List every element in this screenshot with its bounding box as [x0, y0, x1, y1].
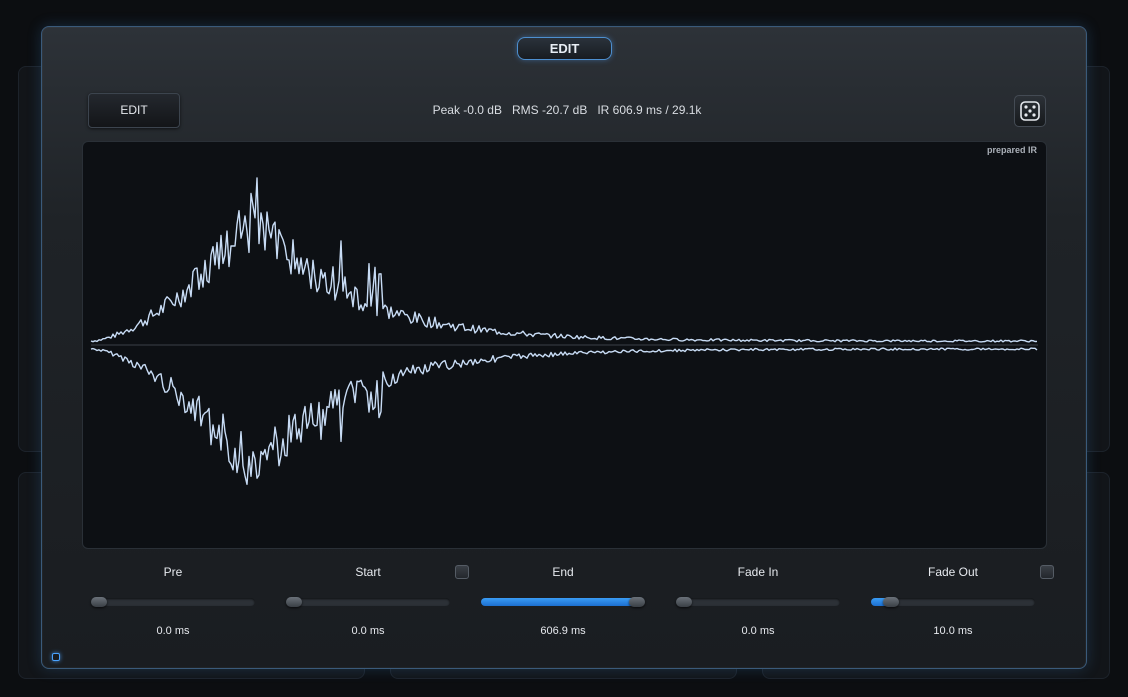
status-indicator	[52, 653, 60, 661]
edit-modal: EDIT EDIT Peak -0.0 dB RMS -20.7 dB IR 6…	[41, 26, 1087, 669]
slider-end[interactable]	[481, 597, 645, 607]
slider-thumb[interactable]	[883, 597, 899, 607]
dice-five-icon	[1020, 101, 1040, 121]
control-label-fade-in: Fade In	[737, 565, 779, 579]
slider-fade-in[interactable]	[676, 597, 840, 607]
control-value-fade-out: 10.0 ms	[933, 625, 973, 637]
control-label-end: End	[552, 565, 574, 579]
control-value-end: 606.9 ms	[540, 625, 586, 637]
slider-fade-out[interactable]	[871, 597, 1035, 607]
waveform-label: prepared IR	[986, 145, 1037, 155]
control-value-start: 0.0 ms	[351, 625, 385, 637]
checkbox-fade-out[interactable]	[1040, 565, 1054, 579]
edit-tab[interactable]: EDIT	[517, 37, 612, 60]
control-label-pre: Pre	[163, 565, 183, 579]
control-label-fade-out: Fade Out	[927, 565, 979, 579]
waveform-display[interactable]: prepared IR	[82, 141, 1047, 549]
control-value-fade-in: 0.0 ms	[741, 625, 775, 637]
edit-button[interactable]: EDIT	[88, 93, 180, 128]
slider-thumb[interactable]	[629, 597, 645, 607]
slider-thumb[interactable]	[676, 597, 692, 607]
waveform-plot	[90, 177, 1038, 485]
waveform-upper-envelope	[90, 177, 1038, 343]
slider-fill	[481, 598, 641, 606]
slider-start[interactable]	[286, 597, 450, 607]
control-value-pre: 0.0 ms	[156, 625, 190, 637]
control-label-start: Start	[355, 565, 381, 579]
slider-thumb[interactable]	[91, 597, 107, 607]
waveform-lower-envelope	[90, 347, 1038, 485]
slider-thumb[interactable]	[286, 597, 302, 607]
checkbox-start[interactable]	[455, 565, 469, 579]
randomize-button[interactable]	[1014, 95, 1046, 127]
slider-pre[interactable]	[91, 597, 255, 607]
ir-stats: Peak -0.0 dB RMS -20.7 dB IR 606.9 ms / …	[432, 103, 702, 117]
